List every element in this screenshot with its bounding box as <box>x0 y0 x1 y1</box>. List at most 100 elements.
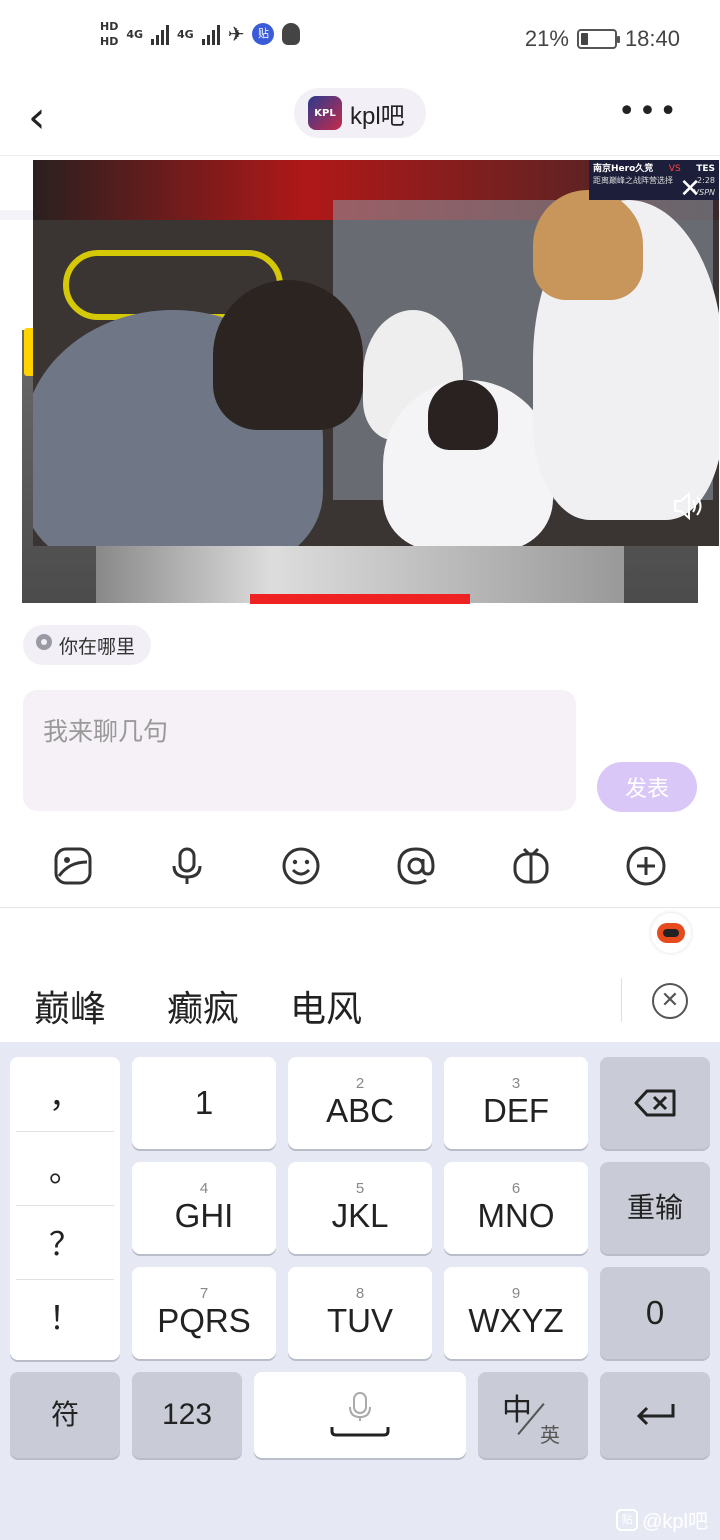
candidate-word[interactable]: 癫疯 <box>167 980 239 1032</box>
key-label: TUV <box>327 1302 393 1339</box>
key-label: 0 <box>645 1294 665 1331</box>
punct-key-question[interactable]: ？ <box>16 1219 114 1265</box>
forum-name: kpl吧 <box>350 102 405 130</box>
status-bar: HD HD 4G 4G ✈ 贴 21% 18:40 <box>0 0 720 80</box>
punct-key-comma[interactable]: ， <box>16 1071 114 1117</box>
key-num: 8 <box>355 1285 365 1302</box>
video-person <box>213 280 363 430</box>
enter-key[interactable] <box>600 1372 710 1458</box>
emoji-icon[interactable] <box>277 842 325 890</box>
forum-title-pill[interactable]: KPL kpl吧 <box>294 88 426 138</box>
signal-icon <box>151 23 170 45</box>
publish-label: 发表 <box>624 776 669 801</box>
comment-placeholder: 我来聊几句 <box>43 717 169 746</box>
battery-percent: 21% <box>524 26 569 51</box>
key-label: 符 <box>50 1399 79 1430</box>
key-num: 4 <box>199 1180 209 1197</box>
post-image-red-caption <box>250 594 470 604</box>
composer-toolbar <box>0 830 720 902</box>
key-mno[interactable]: 6 MNO <box>444 1162 588 1254</box>
space-key[interactable] <box>254 1372 466 1458</box>
close-icon[interactable]: ✕ <box>679 176 701 202</box>
more-dots-icon[interactable]: ••• <box>618 97 680 127</box>
watermark: 贴 @kpl吧 <box>616 1505 708 1534</box>
key-label: MNO <box>477 1197 555 1234</box>
key-def[interactable]: 3 DEF <box>444 1057 588 1149</box>
key-label: 重输 <box>626 1192 683 1223</box>
key-label: 123 <box>161 1398 213 1431</box>
tieba-app-icon: 贴 <box>252 23 275 45</box>
watermark-text: @kpl吧 <box>642 1511 708 1533</box>
key-num: 9 <box>511 1285 521 1302</box>
team-left: 南京Hero久竞 <box>593 164 654 174</box>
key-tuv[interactable]: 8 TUV <box>288 1267 432 1359</box>
signal-icon-2 <box>201 23 220 45</box>
floating-video-player[interactable]: 南京Hero久竞 VS TES 距离巅峰之战阵营选择 2:28 VSPN ✕ <box>33 160 719 546</box>
candidate-word[interactable]: 电风 <box>290 980 362 1032</box>
key-1[interactable]: 1 <box>132 1057 276 1149</box>
key-num: 7 <box>199 1285 209 1302</box>
location-chip[interactable]: 你在哪里 <box>23 625 152 665</box>
key-label: GHI <box>174 1197 234 1234</box>
video-subtitle: 距离巅峰之战阵营选择 <box>593 176 673 185</box>
bird-app-icon: ✈ <box>227 22 245 46</box>
network-type-1: 4G <box>126 27 144 41</box>
image-icon[interactable] <box>49 842 97 890</box>
key-label: JKL <box>331 1197 389 1234</box>
watermark-logo: 贴 <box>616 1508 639 1531</box>
key-label: DEF <box>483 1092 549 1129</box>
key-pqrs[interactable]: 7 PQRS <box>132 1267 276 1359</box>
hd-label-2: HD <box>100 35 119 48</box>
chevron-left-icon[interactable]: ‹ <box>28 90 68 146</box>
backspace-icon <box>634 1089 676 1117</box>
language-switch-key[interactable]: 中 英 <box>478 1372 588 1458</box>
key-num: 3 <box>511 1075 521 1092</box>
location-label: 你在哪里 <box>59 635 136 658</box>
video-person <box>533 190 643 300</box>
key-0[interactable]: 0 <box>600 1267 710 1359</box>
comment-input[interactable]: 我来聊几句 <box>23 690 576 811</box>
key-num: 2 <box>355 1075 365 1092</box>
punct-divider <box>16 1205 114 1206</box>
hd-label-1: HD <box>100 20 119 33</box>
punct-key-period[interactable]: 。 <box>16 1145 114 1191</box>
backspace-key[interactable] <box>600 1057 710 1149</box>
candidate-word[interactable]: 巅峰 <box>34 980 106 1032</box>
mention-at-icon[interactable] <box>392 842 440 890</box>
punct-key-exclaim[interactable]: ！ <box>16 1293 114 1339</box>
reenter-key[interactable]: 重输 <box>600 1162 710 1254</box>
punct-divider <box>16 1131 114 1132</box>
key-abc[interactable]: 2 ABC <box>288 1057 432 1149</box>
ime-mascot-icon[interactable] <box>651 913 691 953</box>
forum-logo: KPL <box>308 96 342 130</box>
key-label: PQRS <box>157 1302 251 1339</box>
key-wxyz[interactable]: 9 WXYZ <box>444 1267 588 1359</box>
microphone-icon[interactable] <box>163 842 211 890</box>
status-right: 21% 18:40 <box>525 26 680 52</box>
key-num: 6 <box>511 1180 521 1197</box>
speaker-icon[interactable] <box>669 488 705 532</box>
key-label: WXYZ <box>468 1302 564 1339</box>
battery-icon <box>576 29 620 49</box>
microphone-space-icon <box>330 1392 390 1437</box>
key-ghi[interactable]: 4 GHI <box>132 1162 276 1254</box>
candidate-separator <box>621 978 622 1022</box>
video-person <box>428 380 498 450</box>
location-pin-icon <box>35 634 53 656</box>
close-candidates-icon[interactable]: ✕ <box>652 983 688 1019</box>
key-label: 1 <box>194 1084 214 1121</box>
key-num: 5 <box>355 1180 365 1197</box>
tv-icon[interactable] <box>507 842 555 890</box>
numeric-key[interactable]: 123 <box>132 1372 242 1458</box>
network-type-2: 4G <box>177 27 194 41</box>
key-jkl[interactable]: 5 JKL <box>288 1162 432 1254</box>
symbol-key[interactable]: 符 <box>10 1372 120 1458</box>
hd-indicator: HD HD <box>100 20 118 48</box>
key-label: ABC <box>326 1092 394 1129</box>
status-left-icons: HD HD 4G 4G ✈ 贴 <box>100 20 301 48</box>
top-nav-bar: ‹ KPL kpl吧 ••• <box>0 80 720 156</box>
publish-button[interactable]: 发表 <box>597 762 697 812</box>
add-icon[interactable] <box>622 842 670 890</box>
battery-level <box>580 33 588 45</box>
qq-app-icon <box>282 23 301 45</box>
